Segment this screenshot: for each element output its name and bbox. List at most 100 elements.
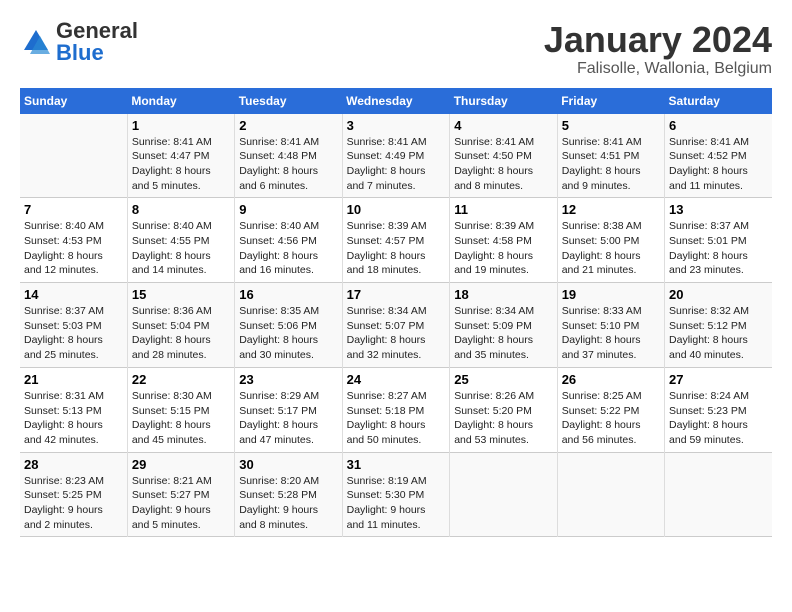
day-info: Sunrise: 8:27 AM Sunset: 5:18 PM Dayligh… — [347, 389, 446, 448]
calendar-cell: 23 Sunrise: 8:29 AM Sunset: 5:17 PM Dayli… — [235, 367, 342, 452]
day-info: Sunrise: 8:25 AM Sunset: 5:22 PM Dayligh… — [562, 389, 660, 448]
calendar-cell — [665, 452, 772, 537]
title-block: January 2024 Falisolle, Wallonia, Belgiu… — [544, 20, 772, 78]
day-info: Sunrise: 8:31 AM Sunset: 5:13 PM Dayligh… — [24, 389, 123, 448]
calendar-cell: 3 Sunrise: 8:41 AM Sunset: 4:49 PM Daylig… — [342, 114, 450, 198]
calendar-cell: 16 Sunrise: 8:35 AM Sunset: 5:06 PM Dayli… — [235, 283, 342, 368]
day-number: 19 — [562, 287, 660, 302]
calendar-cell — [20, 114, 127, 198]
day-info: Sunrise: 8:29 AM Sunset: 5:17 PM Dayligh… — [239, 389, 337, 448]
day-number: 7 — [24, 202, 123, 217]
day-info: Sunrise: 8:41 AM Sunset: 4:48 PM Dayligh… — [239, 135, 337, 194]
calendar-cell: 28 Sunrise: 8:23 AM Sunset: 5:25 PM Dayli… — [20, 452, 127, 537]
day-number: 27 — [669, 372, 768, 387]
calendar-cell: 19 Sunrise: 8:33 AM Sunset: 5:10 PM Dayli… — [557, 283, 664, 368]
calendar-cell — [450, 452, 557, 537]
day-number: 23 — [239, 372, 337, 387]
day-number: 24 — [347, 372, 446, 387]
calendar-cell: 5 Sunrise: 8:41 AM Sunset: 4:51 PM Daylig… — [557, 114, 664, 198]
day-info: Sunrise: 8:38 AM Sunset: 5:00 PM Dayligh… — [562, 219, 660, 278]
day-number: 18 — [454, 287, 552, 302]
calendar-cell: 26 Sunrise: 8:25 AM Sunset: 5:22 PM Dayli… — [557, 367, 664, 452]
day-number: 17 — [347, 287, 446, 302]
calendar-cell: 12 Sunrise: 8:38 AM Sunset: 5:00 PM Dayli… — [557, 198, 664, 283]
day-number: 22 — [132, 372, 230, 387]
day-info: Sunrise: 8:41 AM Sunset: 4:51 PM Dayligh… — [562, 135, 660, 194]
day-number: 26 — [562, 372, 660, 387]
day-number: 13 — [669, 202, 768, 217]
calendar-cell: 6 Sunrise: 8:41 AM Sunset: 4:52 PM Daylig… — [665, 114, 772, 198]
calendar-cell: 14Sunrise: 8:37 AM Sunset: 5:03 PM Dayli… — [20, 283, 127, 368]
day-info: Sunrise: 8:21 AM Sunset: 5:27 PM Dayligh… — [132, 474, 230, 533]
location: Falisolle, Wallonia, Belgium — [544, 60, 772, 78]
day-number: 9 — [239, 202, 337, 217]
day-info: Sunrise: 8:37 AM Sunset: 5:01 PM Dayligh… — [669, 219, 768, 278]
day-number: 15 — [132, 287, 230, 302]
calendar-cell: 7 Sunrise: 8:40 AM Sunset: 4:53 PM Daylig… — [20, 198, 127, 283]
calendar-cell: 17 Sunrise: 8:34 AM Sunset: 5:07 PM Dayli… — [342, 283, 450, 368]
day-info: Sunrise: 8:26 AM Sunset: 5:20 PM Dayligh… — [454, 389, 552, 448]
day-info: Sunrise: 8:40 AM Sunset: 4:53 PM Dayligh… — [24, 219, 123, 278]
day-number: 28 — [24, 457, 123, 472]
logo: General Blue — [20, 20, 138, 64]
day-number: 10 — [347, 202, 446, 217]
day-number: 6 — [669, 118, 768, 133]
calendar-cell: 18Sunrise: 8:34 AM Sunset: 5:09 PM Dayli… — [450, 283, 557, 368]
header-cell-tuesday: Tuesday — [235, 88, 342, 114]
calendar-cell: 22 Sunrise: 8:30 AM Sunset: 5:15 PM Dayli… — [127, 367, 234, 452]
day-info: Sunrise: 8:41 AM Sunset: 4:50 PM Dayligh… — [454, 135, 552, 194]
header-cell-friday: Friday — [557, 88, 664, 114]
day-number: 16 — [239, 287, 337, 302]
day-info: Sunrise: 8:34 AM Sunset: 5:07 PM Dayligh… — [347, 304, 446, 363]
calendar-cell: 4Sunrise: 8:41 AM Sunset: 4:50 PM Daylig… — [450, 114, 557, 198]
week-row-4: 21 Sunrise: 8:31 AM Sunset: 5:13 PM Dayli… — [20, 367, 772, 452]
day-info: Sunrise: 8:36 AM Sunset: 5:04 PM Dayligh… — [132, 304, 230, 363]
day-info: Sunrise: 8:33 AM Sunset: 5:10 PM Dayligh… — [562, 304, 660, 363]
day-info: Sunrise: 8:20 AM Sunset: 5:28 PM Dayligh… — [239, 474, 337, 533]
header-cell-thursday: Thursday — [450, 88, 557, 114]
day-number: 12 — [562, 202, 660, 217]
calendar-cell: 20Sunrise: 8:32 AM Sunset: 5:12 PM Dayli… — [665, 283, 772, 368]
day-number: 25 — [454, 372, 552, 387]
day-number: 5 — [562, 118, 660, 133]
day-info: Sunrise: 8:41 AM Sunset: 4:52 PM Dayligh… — [669, 135, 768, 194]
header-cell-saturday: Saturday — [665, 88, 772, 114]
calendar-header: SundayMondayTuesdayWednesdayThursdayFrid… — [20, 88, 772, 114]
day-number: 29 — [132, 457, 230, 472]
day-info: Sunrise: 8:30 AM Sunset: 5:15 PM Dayligh… — [132, 389, 230, 448]
page-header: General Blue January 2024 Falisolle, Wal… — [20, 20, 772, 78]
week-row-1: 1Sunrise: 8:41 AM Sunset: 4:47 PM Daylig… — [20, 114, 772, 198]
calendar-table: SundayMondayTuesdayWednesdayThursdayFrid… — [20, 88, 772, 538]
day-info: Sunrise: 8:41 AM Sunset: 4:49 PM Dayligh… — [347, 135, 446, 194]
calendar-cell: 9 Sunrise: 8:40 AM Sunset: 4:56 PM Daylig… — [235, 198, 342, 283]
week-row-5: 28 Sunrise: 8:23 AM Sunset: 5:25 PM Dayli… — [20, 452, 772, 537]
day-info: Sunrise: 8:32 AM Sunset: 5:12 PM Dayligh… — [669, 304, 768, 363]
week-row-2: 7 Sunrise: 8:40 AM Sunset: 4:53 PM Daylig… — [20, 198, 772, 283]
calendar-cell: 2 Sunrise: 8:41 AM Sunset: 4:48 PM Daylig… — [235, 114, 342, 198]
day-number: 14 — [24, 287, 123, 302]
day-number: 30 — [239, 457, 337, 472]
week-row-3: 14Sunrise: 8:37 AM Sunset: 5:03 PM Dayli… — [20, 283, 772, 368]
day-number: 2 — [239, 118, 337, 133]
calendar-cell: 15 Sunrise: 8:36 AM Sunset: 5:04 PM Dayli… — [127, 283, 234, 368]
calendar-cell: 25 Sunrise: 8:26 AM Sunset: 5:20 PM Dayli… — [450, 367, 557, 452]
day-number: 3 — [347, 118, 446, 133]
day-info: Sunrise: 8:39 AM Sunset: 4:58 PM Dayligh… — [454, 219, 552, 278]
day-info: Sunrise: 8:35 AM Sunset: 5:06 PM Dayligh… — [239, 304, 337, 363]
day-info: Sunrise: 8:23 AM Sunset: 5:25 PM Dayligh… — [24, 474, 123, 533]
day-info: Sunrise: 8:40 AM Sunset: 4:56 PM Dayligh… — [239, 219, 337, 278]
calendar-cell: 13 Sunrise: 8:37 AM Sunset: 5:01 PM Dayli… — [665, 198, 772, 283]
header-row: SundayMondayTuesdayWednesdayThursdayFrid… — [20, 88, 772, 114]
calendar-cell: 21 Sunrise: 8:31 AM Sunset: 5:13 PM Dayli… — [20, 367, 127, 452]
header-cell-sunday: Sunday — [20, 88, 127, 114]
day-number: 21 — [24, 372, 123, 387]
day-info: Sunrise: 8:24 AM Sunset: 5:23 PM Dayligh… — [669, 389, 768, 448]
calendar-cell: 29 Sunrise: 8:21 AM Sunset: 5:27 PM Dayli… — [127, 452, 234, 537]
day-info: Sunrise: 8:40 AM Sunset: 4:55 PM Dayligh… — [132, 219, 230, 278]
calendar-cell: 31Sunrise: 8:19 AM Sunset: 5:30 PM Dayli… — [342, 452, 450, 537]
calendar-cell: 27 Sunrise: 8:24 AM Sunset: 5:23 PM Dayli… — [665, 367, 772, 452]
header-cell-wednesday: Wednesday — [342, 88, 450, 114]
day-number: 31 — [347, 457, 446, 472]
day-number: 11 — [454, 202, 552, 217]
calendar-cell: 24 Sunrise: 8:27 AM Sunset: 5:18 PM Dayli… — [342, 367, 450, 452]
